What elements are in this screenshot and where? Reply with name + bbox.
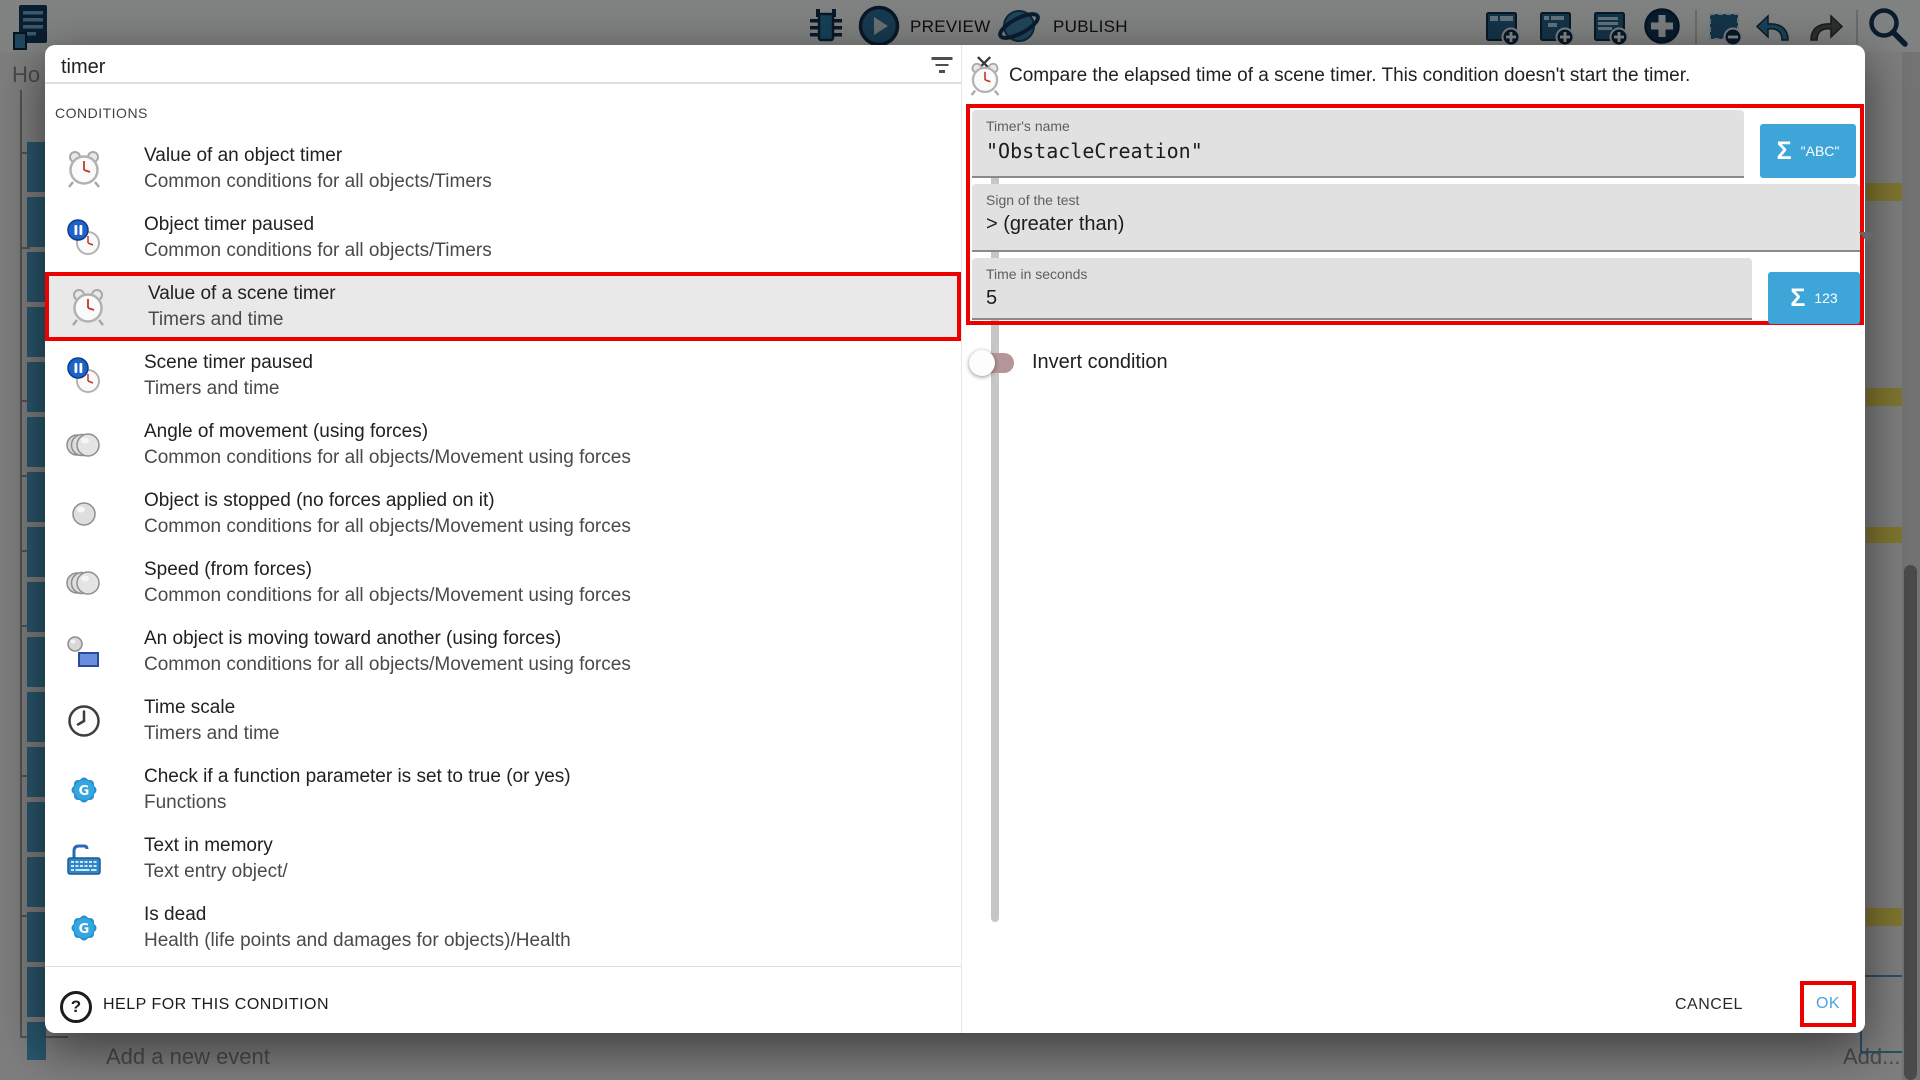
string-expression-button[interactable]: Σ "ABC" [1760, 124, 1856, 178]
list-item-speed-from-forces[interactable]: Speed (from forces)Common conditions for… [45, 548, 961, 617]
condition-subtitle: Text entry object/ [144, 859, 941, 885]
condition-subtitle: Common conditions for all objects/Moveme… [144, 583, 941, 609]
condition-subtitle: Timers and time [144, 721, 941, 747]
num123-label: 123 [1814, 290, 1837, 306]
paused-timer-icon [64, 215, 104, 261]
condition-title: Time scale [144, 695, 941, 721]
help-icon[interactable]: ? [60, 991, 92, 1023]
list-item-scene-timer-paused[interactable]: Scene timer pausedTimers and time [45, 341, 961, 410]
list-item-time-scale[interactable]: Time scaleTimers and time [45, 686, 961, 755]
condition-subtitle: Timers and time [148, 307, 937, 333]
timer-name-value: "ObstacleCreation" [986, 139, 1203, 163]
abc-label: "ABC" [1801, 143, 1840, 159]
condition-title: Value of a scene timer [148, 281, 937, 307]
list-item-function-parameter-true[interactable]: G Check if a function parameter is set t… [45, 755, 961, 824]
sphere-icon [64, 491, 104, 537]
condition-title: Object is stopped (no forces applied on … [144, 488, 941, 514]
sign-of-test-value: > (greater than) [986, 213, 1124, 236]
timer-name-field[interactable]: Timer's name "ObstacleCreation" [972, 110, 1744, 178]
sign-of-test-label: Sign of the test [986, 192, 1079, 208]
condition-subtitle: Health (life points and damages for obje… [144, 928, 941, 954]
gear-extension-icon: G [64, 905, 104, 951]
cancel-button[interactable]: CANCEL [1675, 996, 1743, 1014]
list-item-text-in-memory[interactable]: Text in memoryText entry object/ [45, 824, 961, 893]
alarm-clock-icon [68, 284, 108, 330]
time-in-seconds-field[interactable]: Time in seconds 5 [972, 258, 1752, 320]
condition-title: Object timer paused [144, 212, 941, 238]
condition-subtitle: Common conditions for all objects/Moveme… [144, 514, 941, 540]
condition-title: Angle of movement (using forces) [144, 419, 941, 445]
ok-button[interactable]: OK [1816, 995, 1840, 1013]
condition-title: An object is moving toward another (usin… [144, 626, 941, 652]
invert-condition-label: Invert condition [1032, 351, 1168, 374]
gdevelop-app-window: PREVIEW PUBLISH [0, 0, 1920, 1080]
ok-button-annotation[interactable]: OK [1800, 981, 1856, 1027]
filter-icon[interactable] [931, 57, 953, 75]
timer-name-label: Timer's name [986, 118, 1070, 134]
paused-timer-icon [64, 353, 104, 399]
condition-editor-dialog: ✕ CONDITIONS Value of an object timerCom… [45, 45, 1865, 1033]
sign-of-test-select[interactable]: Sign of the test > (greater than) [972, 184, 1860, 252]
condition-title: Check if a function parameter is set to … [144, 764, 941, 790]
sigma-icon: Σ [1777, 139, 1792, 164]
condition-title: Text in memory [144, 833, 941, 859]
condition-subtitle: Common conditions for all objects/Timers [144, 169, 941, 195]
invert-condition-toggle-knob[interactable] [969, 350, 995, 376]
keyboard-icon [64, 836, 104, 882]
time-in-seconds-label: Time in seconds [986, 266, 1087, 282]
list-item-moving-toward-another[interactable]: An object is moving toward another (usin… [45, 617, 961, 686]
condition-title: Is dead [144, 902, 941, 928]
condition-title: Value of an object timer [144, 143, 941, 169]
gear-extension-icon: G [64, 767, 104, 813]
spheres-icon [64, 560, 104, 606]
condition-subtitle: Functions [144, 790, 941, 816]
condition-subtitle: Common conditions for all objects/Timers [144, 238, 941, 264]
list-item-object-timer-paused[interactable]: Object timer pausedCommon conditions for… [45, 203, 961, 272]
alarm-clock-icon [968, 60, 1002, 103]
svg-text:G: G [79, 784, 90, 799]
chevron-down-icon [1859, 232, 1875, 242]
conditions-list-header: CONDITIONS [55, 105, 148, 121]
condition-description: Compare the elapsed time of a scene time… [1009, 65, 1869, 87]
sigma-icon: Σ [1790, 286, 1805, 311]
spheres-icon [64, 422, 104, 468]
help-for-condition-button[interactable]: HELP FOR THIS CONDITION [103, 996, 329, 1014]
alarm-clock-icon [64, 146, 104, 192]
search-divider [45, 82, 961, 84]
condition-title: Scene timer paused [144, 350, 941, 376]
condition-title: Speed (from forces) [144, 557, 941, 583]
list-item-angle-of-movement[interactable]: Angle of movement (using forces)Common c… [45, 410, 961, 479]
footer-divider [45, 966, 961, 967]
search-input[interactable] [59, 53, 883, 81]
condition-subtitle: Timers and time [144, 376, 941, 402]
list-item-value-of-object-timer[interactable]: Value of an object timerCommon condition… [45, 134, 961, 203]
list-item-is-dead[interactable]: G Is deadHealth (life points and damages… [45, 893, 961, 962]
svg-text:G: G [79, 922, 90, 937]
clock-icon [64, 698, 104, 744]
sphere-and-square-icon [64, 629, 104, 675]
number-expression-button[interactable]: Σ 123 [1768, 272, 1860, 324]
panel-divider [961, 45, 962, 1033]
condition-subtitle: Common conditions for all objects/Moveme… [144, 652, 941, 678]
condition-subtitle: Common conditions for all objects/Moveme… [144, 445, 941, 471]
time-in-seconds-value: 5 [986, 287, 997, 310]
list-item-object-stopped[interactable]: Object is stopped (no forces applied on … [45, 479, 961, 548]
list-item-value-of-scene-timer[interactable]: Value of a scene timerTimers and time [45, 272, 961, 341]
